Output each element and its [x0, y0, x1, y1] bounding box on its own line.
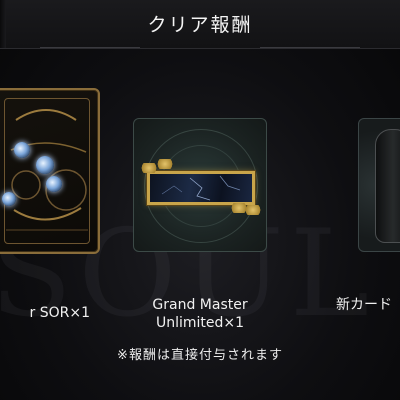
- reward-label-title-line2: Unlimited×1: [155, 315, 245, 331]
- nameplate-ornament: [156, 159, 174, 169]
- page-title: クリア報酬: [147, 14, 253, 36]
- sleeve-gem: [14, 142, 30, 158]
- reward-label-title-line1: Grand Master: [152, 297, 248, 313]
- title-nameplate-icon: [147, 171, 255, 205]
- reward-label-sleeve: r SOR×1: [29, 305, 90, 321]
- header-divider-right: [260, 47, 360, 48]
- header-divider-left: [40, 47, 140, 48]
- reward-card-title[interactable]: [133, 118, 267, 252]
- header-bar: クリア報酬: [0, 0, 400, 49]
- sleeve-gem: [2, 192, 16, 206]
- card-art-icon: [375, 129, 400, 243]
- reward-label-new-card: 新カード: [336, 297, 392, 313]
- reward-note: ※報酬は直接付与されます: [117, 348, 283, 363]
- reward-card-new[interactable]: [358, 118, 400, 252]
- sleeve-gem: [36, 156, 54, 174]
- sleeve-gem: [46, 176, 62, 192]
- marble-veins: [161, 175, 241, 201]
- nameplate-ornament: [244, 205, 262, 215]
- reward-card-sleeve[interactable]: [0, 88, 100, 254]
